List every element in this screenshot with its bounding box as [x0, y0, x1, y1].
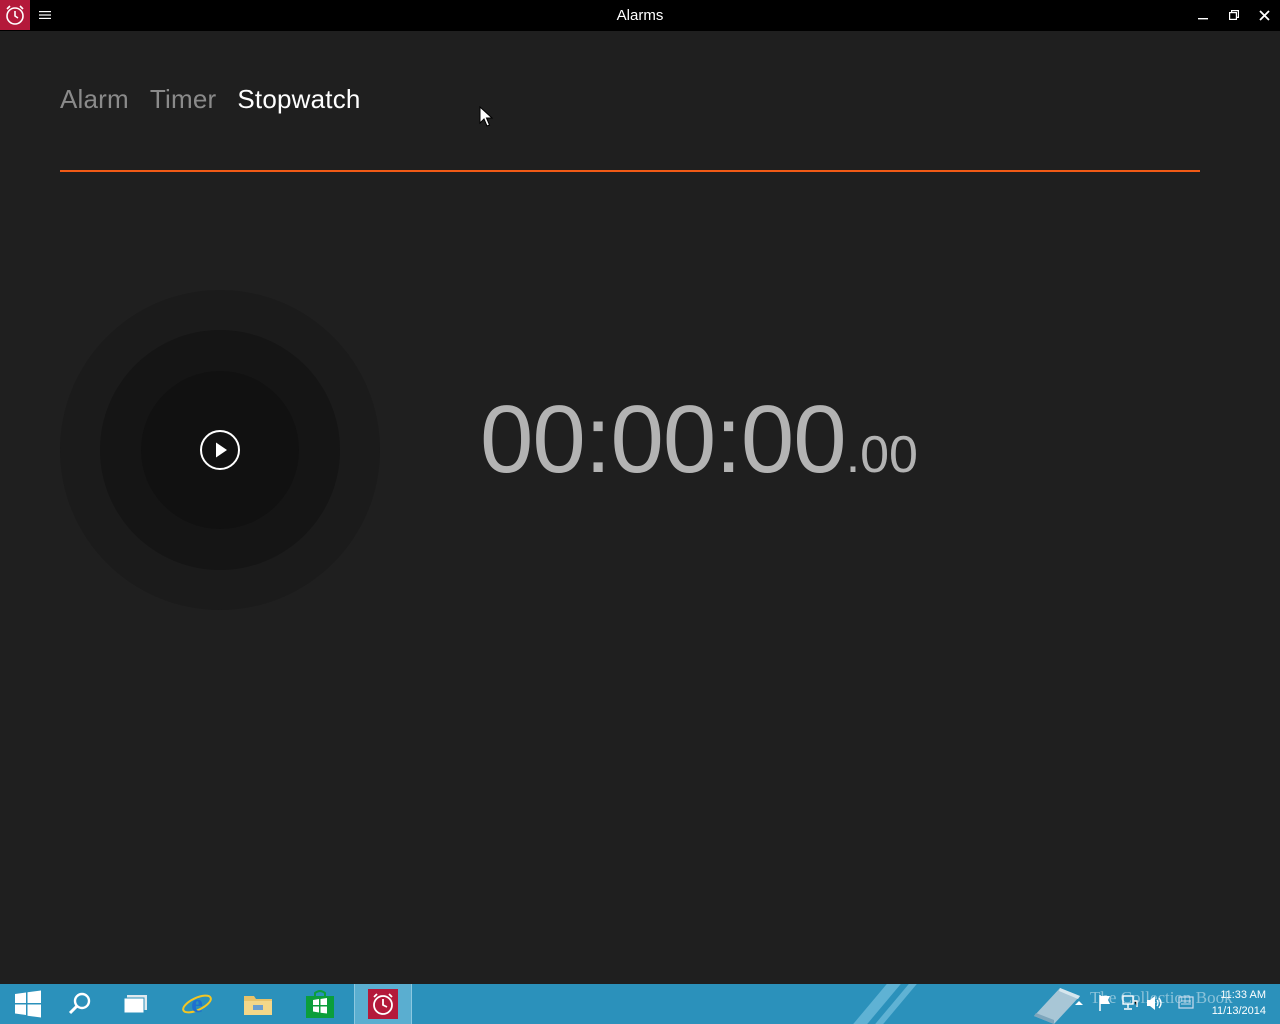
close-icon [1259, 9, 1270, 21]
restore-button[interactable] [1218, 0, 1249, 30]
start-button[interactable] [0, 984, 56, 1024]
keyboard-icon[interactable] [1178, 996, 1194, 1010]
search-button[interactable] [52, 984, 108, 1024]
file-explorer-button[interactable] [230, 984, 286, 1024]
stopwatch-time-fraction: .00 [845, 426, 918, 484]
svg-text:e: e [191, 989, 203, 1018]
alarms-taskbar-button[interactable] [354, 984, 412, 1024]
store-icon [306, 990, 334, 1018]
stopwatch-time-display: 00:00:00.00 [480, 392, 918, 488]
tray-clock-date: 11/13/2014 [1211, 1005, 1266, 1017]
minimize-icon [1197, 18, 1208, 20]
mouse-cursor-icon [479, 106, 493, 127]
tab-underline [60, 170, 1200, 172]
tab-stopwatch[interactable]: Stopwatch [237, 84, 360, 115]
task-view-icon [123, 995, 147, 1014]
network-icon[interactable] [1122, 995, 1138, 1011]
hamburger-icon [39, 11, 51, 19]
title-bar: Alarms [0, 0, 1280, 31]
alarm-clock-icon [0, 0, 30, 30]
window-title: Alarms [616, 7, 664, 24]
restore-icon [1228, 10, 1239, 20]
internet-explorer-button[interactable]: e [169, 984, 225, 1024]
start-stopwatch-button[interactable] [199, 429, 241, 471]
tab-timer[interactable]: Timer [150, 84, 216, 115]
tab-alarm[interactable]: Alarm [60, 84, 129, 115]
internet-explorer-icon: e [182, 989, 212, 1018]
search-icon [68, 992, 91, 1015]
start-icon [15, 990, 41, 1018]
volume-icon[interactable] [1146, 995, 1164, 1011]
task-view-button[interactable] [108, 984, 164, 1024]
tray-clock-time: 11:33 AM [1220, 989, 1266, 1001]
hamburger-menu-button[interactable] [36, 6, 54, 24]
file-explorer-icon [244, 996, 272, 1015]
action-center-flag-icon[interactable] [1098, 994, 1112, 1012]
tray-clock[interactable]: 11:33 AM 11/13/2014 [1212, 987, 1266, 1019]
show-hidden-icons-icon[interactable] [1075, 999, 1083, 1007]
store-button[interactable] [292, 984, 348, 1024]
tab-bar: Alarm Timer Stopwatch [60, 84, 361, 115]
alarms-icon [368, 989, 398, 1019]
stopwatch-time-main: 00:00:00 [480, 386, 847, 493]
taskbar: e The Collection Book 11:33 AM 11/13/201… [0, 984, 1280, 1024]
play-icon [200, 430, 240, 470]
minimize-button[interactable] [1187, 0, 1218, 30]
close-button[interactable] [1249, 0, 1280, 30]
